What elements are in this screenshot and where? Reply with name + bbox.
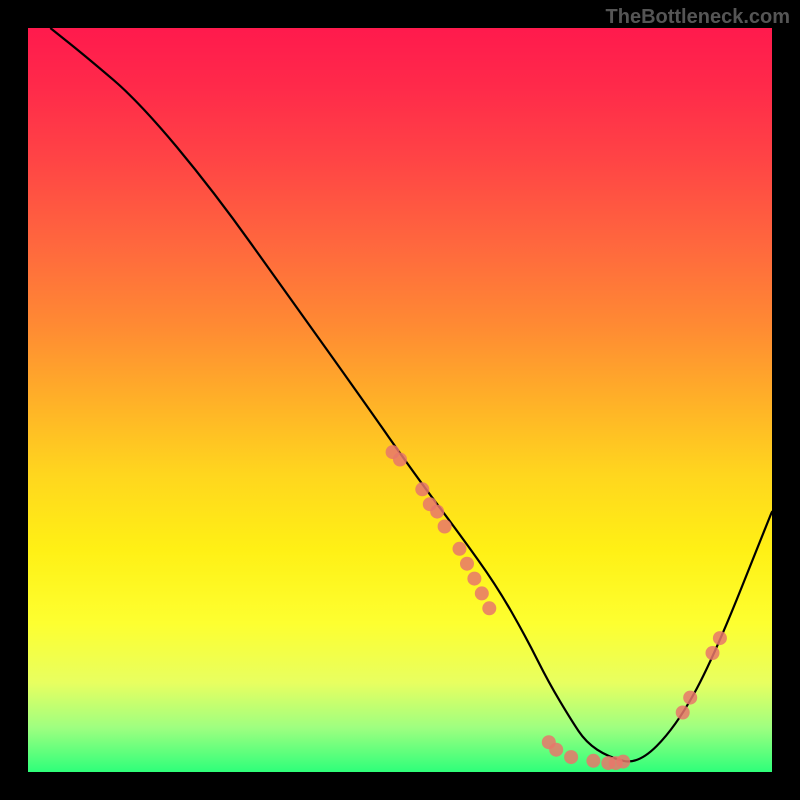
highlight-dot — [676, 706, 690, 720]
highlight-dot — [706, 646, 720, 660]
highlight-dot — [564, 750, 578, 764]
highlight-dot — [453, 542, 467, 556]
chart-svg — [28, 28, 772, 772]
bottleneck-curve — [50, 28, 772, 761]
highlight-dot — [430, 505, 444, 519]
highlight-dot — [586, 754, 600, 768]
chart-plot-area — [28, 28, 772, 772]
highlight-dot — [438, 520, 452, 534]
highlight-dot — [482, 601, 496, 615]
highlight-dot — [713, 631, 727, 645]
highlight-dot — [549, 743, 563, 757]
highlight-dot — [415, 482, 429, 496]
highlight-dot — [616, 755, 630, 769]
highlight-dot — [475, 586, 489, 600]
highlight-dot — [467, 572, 481, 586]
watermark-text: TheBottleneck.com — [606, 6, 790, 29]
highlight-dot — [683, 691, 697, 705]
highlight-dot — [393, 453, 407, 467]
highlight-dot — [460, 557, 474, 571]
